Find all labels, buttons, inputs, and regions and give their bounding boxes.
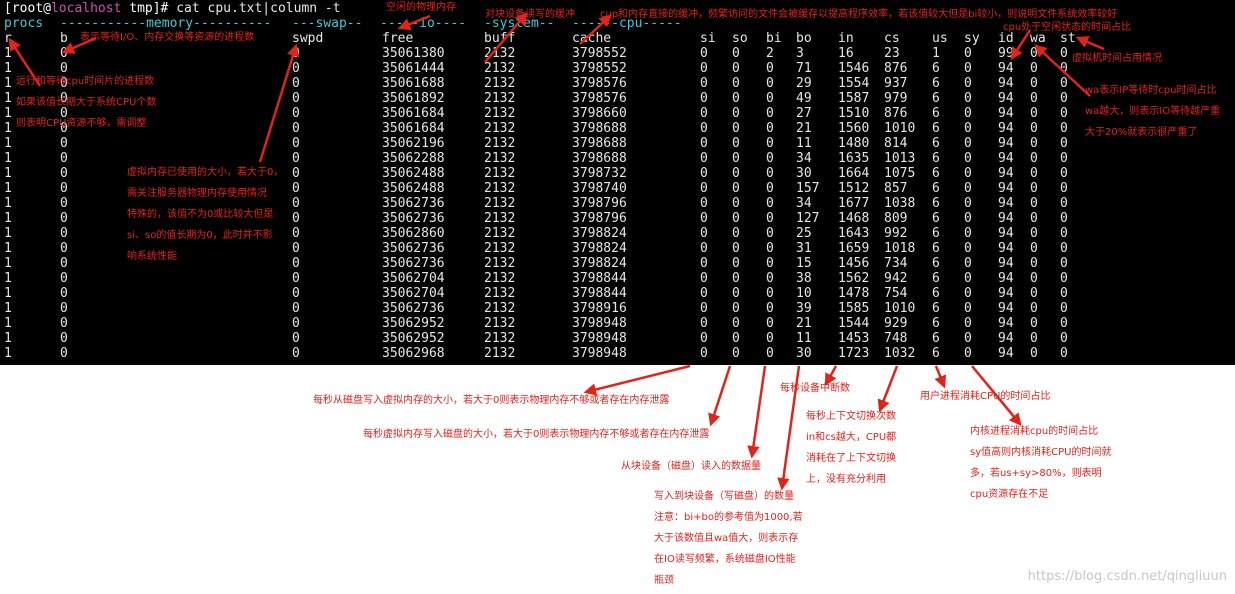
arrow-r	[8, 37, 42, 87]
arrow-swpd	[258, 43, 300, 163]
annotation-arrows	[8, 12, 1105, 491]
arrow-sy	[971, 365, 1022, 426]
arrow-st	[1075, 36, 1105, 51]
arrow-in	[824, 365, 838, 387]
arrow-bi	[747, 365, 767, 459]
arrow-us	[934, 365, 947, 389]
arrow-buff	[484, 12, 528, 63]
arrow-bo	[777, 365, 801, 491]
arrow-si	[583, 364, 691, 396]
arrow-cache	[579, 14, 612, 45]
arrow-wa	[1034, 44, 1091, 97]
arrow-so	[708, 365, 732, 427]
arrow-id	[1010, 29, 1032, 61]
arrow-cs	[877, 365, 899, 413]
arrow-b	[61, 36, 97, 54]
watermark: https://blog.csdn.net/qingliuun	[1027, 569, 1227, 584]
arrow-free	[397, 14, 431, 31]
